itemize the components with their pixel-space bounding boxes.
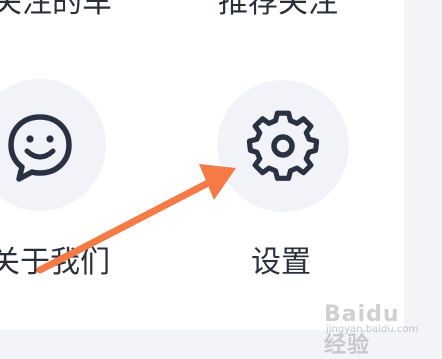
about-us-label[interactable]: 关于我们 <box>0 248 110 278</box>
smile-chat-icon <box>8 114 72 182</box>
gear-icon <box>246 110 320 181</box>
baidu-watermark: Baidu经验 jingyan.baidu.com <box>318 292 419 358</box>
watermark-url: jingyan.baidu.com <box>326 324 419 335</box>
menu-card: 关注的车 推荐关注 关于我们 设置 <box>0 0 404 330</box>
settings-button[interactable] <box>217 80 349 212</box>
settings-label[interactable]: 设置 <box>251 248 311 278</box>
recommended-follow-label[interactable]: 推荐关注 <box>218 0 338 18</box>
followed-cars-label[interactable]: 关注的车 <box>0 0 112 18</box>
about-us-button[interactable] <box>0 79 106 211</box>
